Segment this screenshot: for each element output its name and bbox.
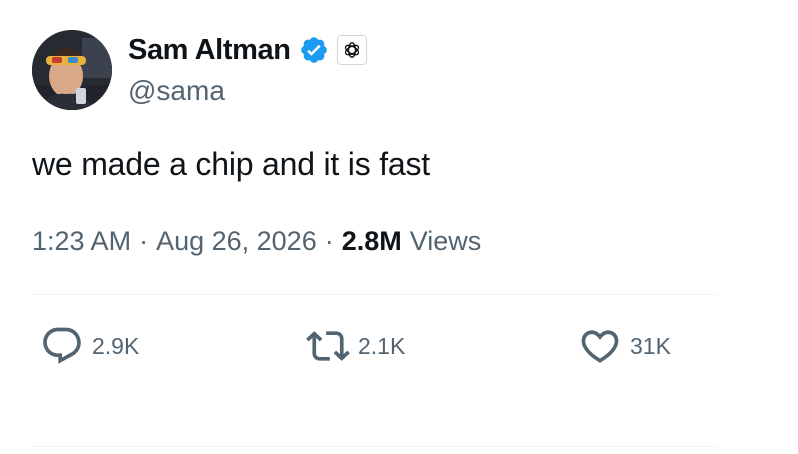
openai-logo-icon[interactable] xyxy=(336,35,367,65)
tweet-date[interactable]: Aug 26, 2026 xyxy=(156,226,317,257)
like-count: 31K xyxy=(630,332,671,359)
tweet-meta: 1:23 AM · Aug 26, 2026 · 2.8M Views xyxy=(32,226,481,257)
meta-separator: · xyxy=(324,226,334,256)
tweet-card: Sam Altman @sama we made a chip and it i… xyxy=(0,0,798,454)
divider xyxy=(32,446,718,447)
reply-count: 2.9K xyxy=(92,332,140,359)
tweet-time[interactable]: 1:23 AM xyxy=(32,226,131,257)
avatar-image xyxy=(32,30,112,110)
author-handle[interactable]: @sama xyxy=(128,75,225,107)
meta-separator: · xyxy=(139,226,149,256)
tweet-text: we made a chip and it is fast xyxy=(32,146,430,182)
retweet-button[interactable]: 2.1K xyxy=(306,324,405,368)
retweet-icon xyxy=(306,324,350,368)
views-count: 2.8M xyxy=(341,226,402,256)
reply-button[interactable]: 2.9K xyxy=(40,324,139,368)
like-button[interactable]: 31K xyxy=(578,324,671,368)
avatar[interactable] xyxy=(32,30,112,110)
action-bar: 2.9K 2.1K 31K xyxy=(40,324,700,368)
views-label: Views xyxy=(409,226,482,256)
verified-badge-icon[interactable] xyxy=(299,35,329,65)
display-name[interactable]: Sam Altman xyxy=(128,34,291,67)
author-name-row: Sam Altman xyxy=(128,30,367,70)
heart-icon xyxy=(578,324,622,368)
divider xyxy=(32,294,718,295)
reply-icon xyxy=(40,324,84,368)
retweet-count: 2.1K xyxy=(358,332,406,359)
